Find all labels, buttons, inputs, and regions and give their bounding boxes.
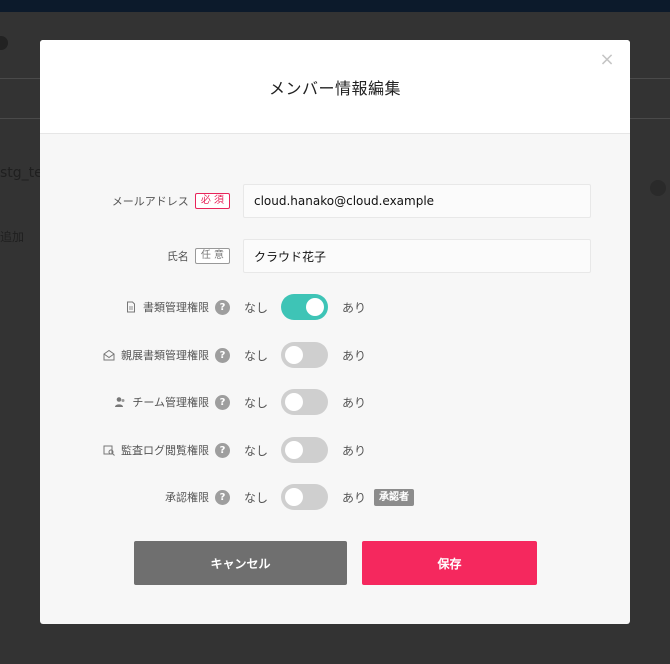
toggle-knob — [285, 488, 304, 506]
toggle-group: なし あり — [244, 290, 366, 324]
audit-log-icon — [103, 445, 115, 456]
toggle-on-label: あり — [342, 490, 367, 505]
background-team-name: stg_te — [0, 165, 43, 181]
toggle-knob — [306, 298, 325, 316]
required-badge: 必 須 — [194, 193, 230, 209]
modal-header: メンバー情報編集 × — [40, 40, 630, 134]
permission-label: 親展書類管理権限 — [121, 349, 209, 362]
background-user-icon — [650, 180, 666, 196]
help-icon[interactable]: ? — [215, 394, 230, 410]
permission-row-document: 書類管理権限 ? なし あり — [40, 290, 630, 324]
name-label-group: 氏名 任 意 — [167, 239, 230, 273]
member-edit-modal: メンバー情報編集 × メールアドレス 必 須 氏名 任 意 書類管理権限 ? — [40, 40, 630, 624]
help-icon[interactable]: ? — [215, 489, 230, 505]
background-add-link: 追加 — [0, 230, 25, 244]
toggle-group: なし あり — [244, 433, 366, 467]
permission-row-confidential: 親展書類管理権限 ? なし あり — [40, 338, 630, 372]
document-permission-toggle[interactable] — [281, 294, 329, 320]
permission-row-audit-log: 監査ログ閲覧権限 ? なし あり — [40, 433, 630, 467]
email-input[interactable] — [243, 184, 591, 218]
permission-label: 承認権限 — [165, 491, 209, 504]
toggle-on-label: あり — [342, 443, 367, 458]
permission-label: 書類管理権限 — [143, 301, 209, 314]
email-label-group: メールアドレス 必 須 — [112, 184, 230, 218]
team-icon — [115, 397, 125, 407]
toggle-group: なし あり — [244, 385, 366, 419]
email-row: メールアドレス 必 須 — [40, 184, 630, 218]
close-icon[interactable]: × — [598, 51, 616, 69]
permission-label: チーム管理権限 — [132, 396, 209, 409]
toggle-on-label: あり — [342, 300, 367, 315]
permission-label-group: 書類管理権限 ? — [125, 290, 230, 324]
help-icon[interactable]: ? — [215, 347, 230, 363]
team-permission-toggle[interactable] — [281, 389, 329, 415]
toggle-group: なし あり — [244, 338, 366, 372]
audit-log-permission-toggle[interactable] — [281, 437, 329, 463]
modal-title: メンバー情報編集 — [268, 78, 401, 98]
toggle-on-label: あり — [342, 348, 367, 363]
cancel-button[interactable]: キャンセル — [134, 541, 347, 585]
optional-badge: 任 意 — [194, 248, 230, 264]
permission-row-approval: 承認権限 ? なし あり 承認者 — [40, 480, 630, 514]
toggle-off-label: なし — [244, 300, 269, 315]
permission-label-group: チーム管理権限 ? — [114, 385, 230, 419]
toggle-off-label: なし — [244, 395, 269, 410]
save-button[interactable]: 保存 — [362, 541, 537, 585]
help-icon[interactable]: ? — [215, 299, 230, 315]
approval-permission-toggle[interactable] — [281, 484, 329, 510]
toggle-knob — [285, 346, 304, 364]
toggle-off-label: なし — [244, 348, 269, 363]
permission-label: 監査ログ閲覧権限 — [121, 444, 209, 457]
name-label: 氏名 — [166, 250, 189, 263]
permission-label-group: 監査ログ閲覧権限 ? — [103, 433, 230, 467]
toggle-off-label: なし — [244, 490, 269, 505]
toggle-on-label: あり — [342, 395, 367, 410]
toggle-off-label: なし — [244, 443, 269, 458]
toggle-knob — [285, 393, 304, 411]
toggle-knob — [285, 441, 304, 459]
permission-label-group: 親展書類管理権限 ? — [103, 338, 230, 372]
toggle-group: なし あり 承認者 — [244, 480, 415, 514]
permission-label-group: 承認権限 ? — [165, 480, 230, 514]
document-icon — [127, 301, 135, 313]
permission-row-team: チーム管理権限 ? なし あり — [40, 385, 630, 419]
approver-tag: 承認者 — [374, 488, 415, 506]
background-avatar — [0, 36, 8, 50]
app-top-bar — [0, 0, 670, 12]
name-row: 氏名 任 意 — [40, 239, 630, 273]
confidential-permission-toggle[interactable] — [281, 342, 329, 368]
email-label: メールアドレス — [111, 195, 189, 208]
help-icon[interactable]: ? — [215, 442, 230, 458]
confidential-envelope-icon — [103, 349, 115, 361]
name-input[interactable] — [243, 239, 591, 273]
